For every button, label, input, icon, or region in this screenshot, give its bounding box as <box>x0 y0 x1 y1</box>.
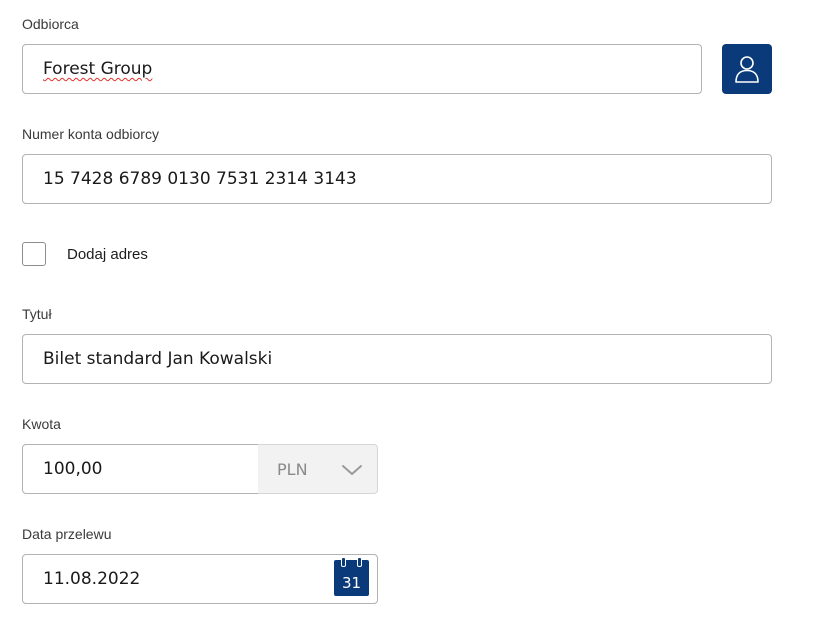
add-address-checkbox[interactable] <box>22 242 46 266</box>
recipient-label: Odbiorca <box>22 16 79 32</box>
user-icon <box>735 56 759 83</box>
calendar-day: 31 <box>341 574 362 592</box>
calendar-ring-left <box>341 557 346 567</box>
currency-select[interactable]: PLN <box>258 444 378 494</box>
amount-label: Kwota <box>22 416 61 432</box>
add-address-label[interactable]: Dodaj adres <box>67 246 148 263</box>
recipient-value: Forest Group <box>43 59 153 79</box>
calendar-icon[interactable]: 31 <box>334 557 369 596</box>
account-number-value: 15 7428 6789 0130 7531 2314 3143 <box>43 169 357 189</box>
amount-input[interactable]: 100,00 <box>22 444 259 494</box>
account-number-input[interactable]: 15 7428 6789 0130 7531 2314 3143 <box>22 154 772 204</box>
title-label: Tytuł <box>22 306 52 322</box>
chevron-down-icon <box>342 465 362 475</box>
title-value: Bilet standard Jan Kowalski <box>43 349 273 369</box>
transfer-date-label: Data przelewu <box>22 526 112 542</box>
account-label: Numer konta odbiorcy <box>22 126 159 142</box>
recipient-input[interactable]: Forest Group <box>22 44 702 94</box>
title-input[interactable]: Bilet standard Jan Kowalski <box>22 334 772 384</box>
transfer-date-value: 11.08.2022 <box>43 569 141 589</box>
currency-value: PLN <box>277 459 308 479</box>
contacts-button[interactable] <box>722 44 772 94</box>
transfer-date-input[interactable]: 11.08.2022 <box>22 554 378 604</box>
calendar-ring-right <box>357 557 362 567</box>
amount-value: 100,00 <box>43 459 103 479</box>
